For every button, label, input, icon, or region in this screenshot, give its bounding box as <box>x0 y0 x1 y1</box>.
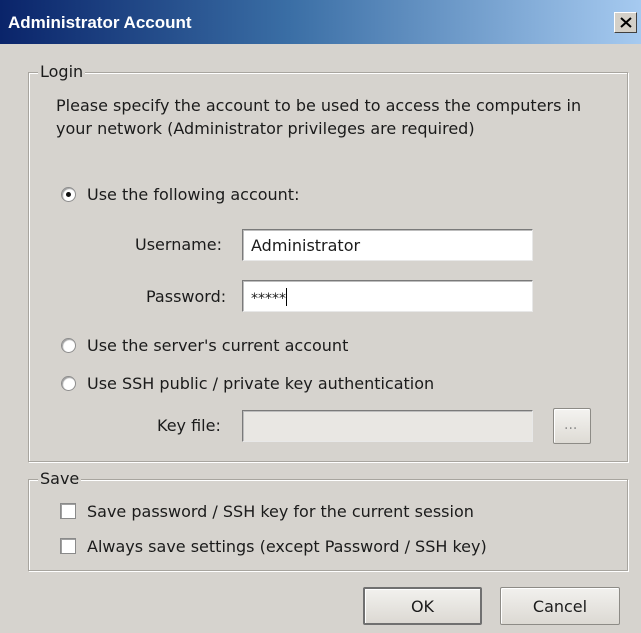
close-icon <box>620 17 632 28</box>
save-legend: Save <box>38 469 82 488</box>
radio-selected-dot <box>66 192 71 197</box>
checkbox-always-save[interactable] <box>60 538 76 554</box>
text-caret <box>286 288 287 306</box>
login-description-line1: Please specify the account to be used to… <box>56 96 582 115</box>
administrator-account-dialog: Administrator Account Login Please speci… <box>0 0 641 633</box>
login-legend: Login <box>38 62 86 81</box>
save-group <box>28 479 628 571</box>
login-description-line2: your network (Administrator privileges a… <box>56 119 475 138</box>
radio-use-server-account-label[interactable]: Use the server's current account <box>87 336 348 355</box>
checkbox-always-save-label[interactable]: Always save settings (except Password / … <box>87 537 487 556</box>
ok-button[interactable]: OK <box>363 587 482 625</box>
close-button[interactable] <box>614 12 637 33</box>
ok-button-label: OK <box>410 597 435 616</box>
password-masked-value: ***** <box>251 291 286 307</box>
username-label: Username: <box>135 235 222 254</box>
radio-use-following-account-label[interactable]: Use the following account: <box>87 185 299 204</box>
browse-keyfile-button[interactable]: ... <box>553 408 591 444</box>
browse-keyfile-label: ... <box>564 417 578 433</box>
cancel-button[interactable]: Cancel <box>500 587 620 625</box>
checkbox-save-session[interactable] <box>60 503 76 519</box>
window-title: Administrator Account <box>8 13 192 32</box>
radio-use-following-account[interactable] <box>61 187 76 202</box>
radio-use-ssh-key-label[interactable]: Use SSH public / private key authenticat… <box>87 374 434 393</box>
keyfile-label: Key file: <box>157 416 221 435</box>
password-label: Password: <box>146 287 227 306</box>
radio-use-ssh-key[interactable] <box>61 376 76 391</box>
keyfile-field <box>242 410 533 442</box>
checkbox-save-session-label[interactable]: Save password / SSH key for the current … <box>87 502 474 521</box>
cancel-button-label: Cancel <box>532 597 588 616</box>
radio-use-server-account[interactable] <box>61 338 76 353</box>
password-field[interactable]: ***** <box>242 280 533 312</box>
title-bar[interactable]: Administrator Account <box>0 0 641 44</box>
username-field[interactable] <box>242 229 533 261</box>
